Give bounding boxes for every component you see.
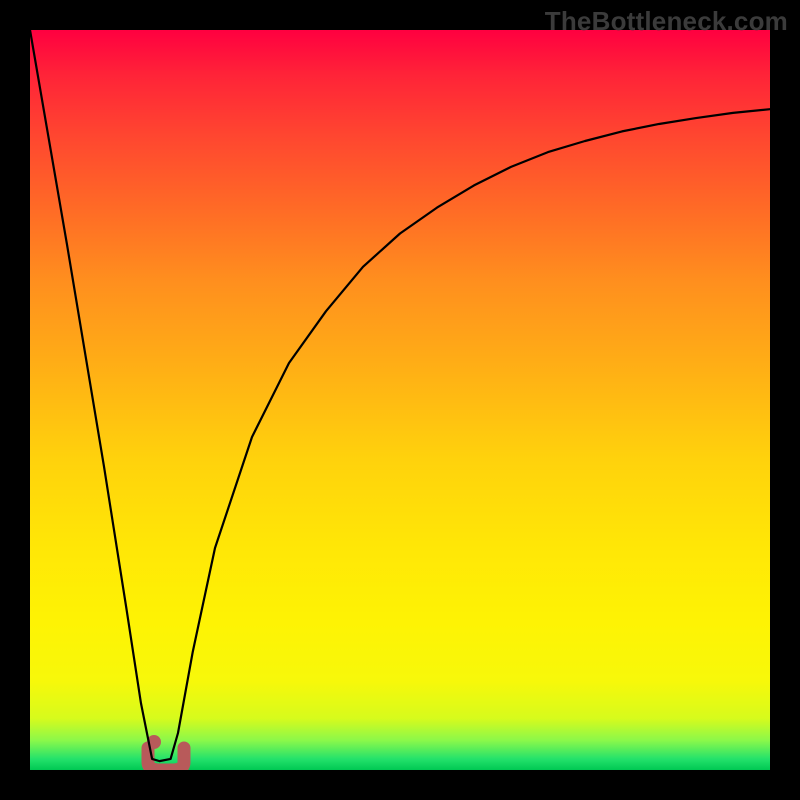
bottleneck-curve: [30, 30, 770, 770]
chart-frame: TheBottleneck.com: [0, 0, 800, 800]
plot-area: [30, 30, 770, 770]
